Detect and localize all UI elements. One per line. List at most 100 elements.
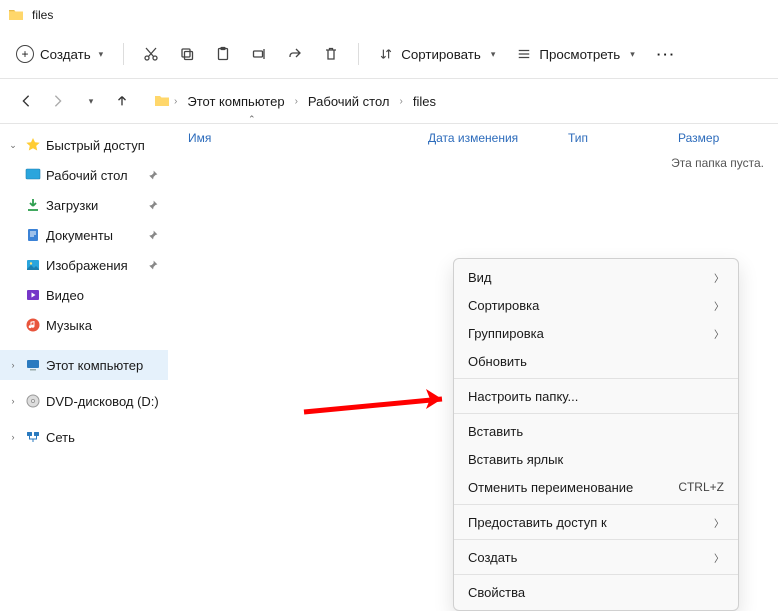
document-icon: [24, 227, 42, 243]
ctx-label: Свойства: [468, 585, 525, 600]
column-name[interactable]: ⌃ Имя: [188, 124, 428, 151]
paste-button[interactable]: [206, 37, 240, 71]
copy-button[interactable]: [170, 37, 204, 71]
column-label: Тип: [568, 131, 588, 145]
share-button[interactable]: [278, 37, 312, 71]
view-button-label: Просмотреть: [539, 47, 620, 62]
ctx-view[interactable]: Вид〉: [454, 263, 738, 291]
ctx-label: Группировка: [468, 326, 544, 341]
sidebar-item-videos[interactable]: Видео: [0, 280, 168, 310]
address-bar[interactable]: › Этот компьютер › Рабочий стол › files: [148, 85, 766, 117]
sidebar-quick-access[interactable]: ⌄ Быстрый доступ: [0, 130, 168, 160]
title-bar: files: [0, 0, 778, 30]
breadcrumb[interactable]: files: [407, 90, 442, 113]
disc-icon: [24, 393, 42, 409]
chevron-down-icon: ▾: [99, 49, 104, 60]
ctx-give-access[interactable]: Предоставить доступ к 〉: [454, 508, 738, 536]
column-label: Имя: [188, 131, 211, 145]
chevron-right-icon: 〉: [714, 326, 724, 341]
window-title: files: [32, 8, 53, 22]
recent-dropdown[interactable]: ▾: [76, 87, 104, 115]
context-menu: Вид〉 Сортировка 〉 Группировка 〉 Обновить Н…: [453, 258, 739, 611]
sidebar-item-label: Сеть: [46, 430, 75, 445]
sidebar-item-desktop[interactable]: Рабочий стол: [0, 160, 168, 190]
ctx-refresh[interactable]: Обновить: [454, 347, 738, 375]
sidebar-network[interactable]: › Сеть: [0, 422, 168, 452]
ctx-label: Сортировка: [468, 298, 539, 313]
chevron-down-icon: ▾: [630, 49, 635, 60]
shortcut-label: CTRL+Z: [678, 480, 724, 494]
column-date[interactable]: Дата изменения: [428, 124, 568, 151]
empty-folder-message: Эта папка пуста.: [671, 156, 764, 170]
trash-icon: [323, 46, 339, 62]
ctx-undo-rename[interactable]: Отменить переименование CTRL+Z: [454, 473, 738, 501]
ctx-label: Создать: [468, 550, 517, 565]
sidebar-item-music[interactable]: Музыка: [0, 310, 168, 340]
more-button[interactable]: ···: [647, 37, 686, 71]
sidebar-item-pictures[interactable]: Изображения: [0, 250, 168, 280]
sidebar-item-label: Видео: [46, 288, 84, 303]
monitor-icon: [24, 357, 42, 373]
breadcrumb[interactable]: Этот компьютер: [181, 90, 290, 113]
ctx-label: Отменить переименование: [468, 480, 633, 495]
pin-icon: [148, 170, 158, 180]
sidebar-this-pc[interactable]: › Этот компьютер: [0, 350, 168, 380]
ctx-label: Предоставить доступ к: [468, 515, 607, 530]
forward-button[interactable]: [44, 87, 72, 115]
sidebar-item-label: DVD-дисковод (D:): [46, 394, 159, 409]
ctx-customize[interactable]: Настроить папку...: [454, 382, 738, 410]
star-icon: [24, 137, 42, 153]
separator: [454, 413, 738, 414]
rename-button[interactable]: [242, 37, 276, 71]
ctx-label: Вставить: [468, 424, 523, 439]
chevron-right-icon: ›: [6, 432, 20, 442]
chevron-down-icon: ⌄: [6, 140, 20, 151]
up-button[interactable]: [108, 87, 136, 115]
chevron-right-icon: 〉: [714, 298, 724, 313]
chevron-right-icon: ›: [172, 96, 179, 107]
plus-icon: +: [16, 45, 34, 63]
sidebar-item-label: Этот компьютер: [46, 358, 143, 373]
ctx-paste[interactable]: Вставить: [454, 417, 738, 445]
ctx-label: Вставить ярлык: [468, 452, 563, 467]
separator: [454, 504, 738, 505]
chevron-right-icon: ›: [398, 96, 405, 107]
pin-icon: [148, 230, 158, 240]
column-size[interactable]: Размер: [678, 124, 748, 151]
column-label: Дата изменения: [428, 131, 518, 145]
sidebar-item-label: Рабочий стол: [46, 168, 128, 183]
chevron-right-icon: 〉: [714, 270, 724, 285]
clipboard-icon: [215, 46, 231, 62]
toolbar: + Создать ▾ Сортировать ▾ Просмотреть ▾ …: [0, 30, 778, 78]
nav-row: ▾ › Этот компьютер › Рабочий стол › file…: [0, 79, 778, 123]
folder-icon: [8, 7, 24, 23]
breadcrumb[interactable]: Рабочий стол: [302, 90, 396, 113]
ctx-label: Обновить: [468, 354, 527, 369]
ctx-paste-shortcut[interactable]: Вставить ярлык: [454, 445, 738, 473]
ctx-new[interactable]: Создать 〉: [454, 543, 738, 571]
separator: [454, 539, 738, 540]
column-type[interactable]: Тип: [568, 124, 678, 151]
delete-button[interactable]: [314, 37, 348, 71]
cut-button[interactable]: [134, 37, 168, 71]
chevron-right-icon: 〉: [714, 515, 724, 530]
view-button[interactable]: Просмотреть ▾: [507, 37, 644, 71]
sidebar-item-downloads[interactable]: Загрузки: [0, 190, 168, 220]
sidebar-item-label: Быстрый доступ: [46, 138, 145, 153]
sort-button-label: Сортировать: [401, 47, 481, 62]
video-icon: [24, 287, 42, 303]
back-button[interactable]: [12, 87, 40, 115]
ctx-properties[interactable]: Свойства: [454, 578, 738, 606]
ctx-sort[interactable]: Сортировка 〉: [454, 291, 738, 319]
sort-button[interactable]: Сортировать ▾: [369, 37, 505, 71]
sidebar-dvd[interactable]: › DVD-дисковод (D:): [0, 386, 168, 416]
column-headers: ⌃ Имя Дата изменения Тип Размер: [168, 124, 778, 152]
chevron-right-icon: 〉: [714, 550, 724, 565]
ctx-group[interactable]: Группировка 〉: [454, 319, 738, 347]
pin-icon: [148, 200, 158, 210]
new-button[interactable]: + Создать ▾: [10, 37, 113, 71]
desktop-icon: [24, 167, 42, 183]
sidebar-item-documents[interactable]: Документы: [0, 220, 168, 250]
ctx-label: Настроить папку...: [468, 389, 578, 404]
download-icon: [24, 197, 42, 213]
